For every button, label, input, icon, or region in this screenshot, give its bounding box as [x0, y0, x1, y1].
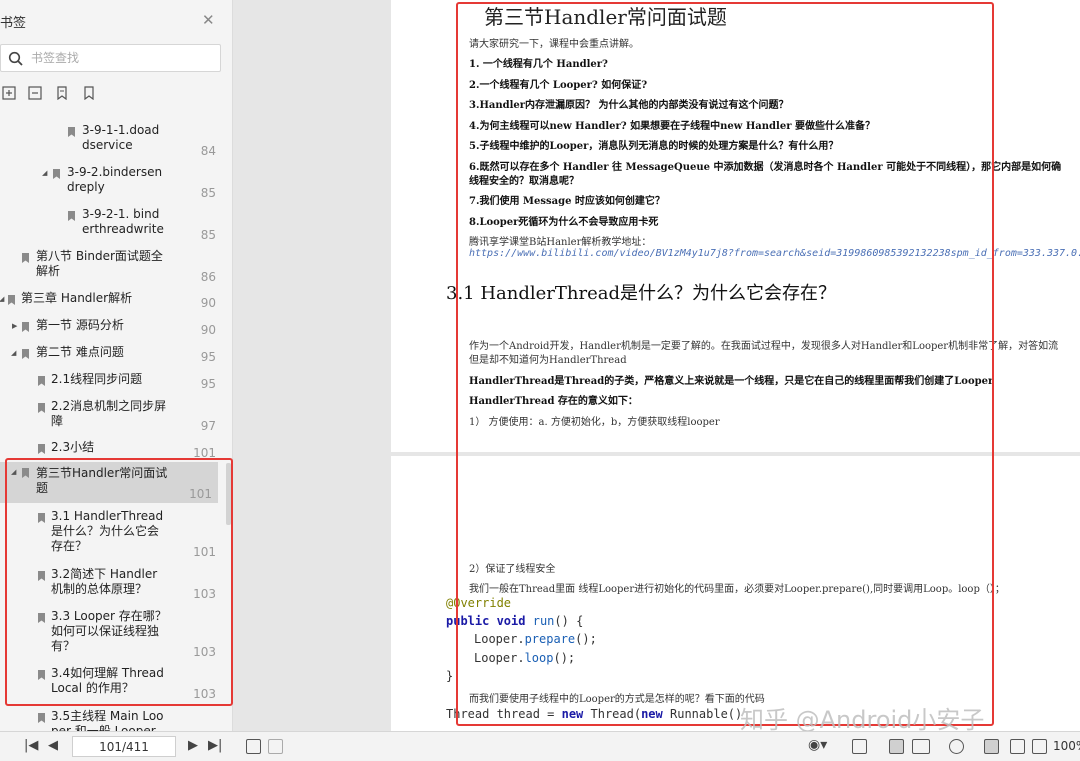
paragraph: 而我们要使用子线程中的Looper的方式是怎样的呢？看下面的代码: [469, 694, 765, 705]
code-line: Looper.prepare();: [474, 632, 597, 646]
code-line: public void run() {: [446, 614, 584, 628]
single-page-icon[interactable]: [889, 739, 904, 754]
bookmark-item[interactable]: 2.3小结 101: [0, 440, 222, 460]
bookmark-flag-icon: [38, 670, 45, 680]
paragraph: 作为一个Android开发，Handler机制是一定要了解的。在我面试过程中，发…: [469, 341, 1059, 352]
bookmark-item[interactable]: 3.3 Looper 存在哪？ 如何可以保证线程独 有？ 103: [0, 609, 222, 663]
bookmark-sidebar: 书签 ✕ 3-9-1-1.doad dservice 84 ◢ 3-9-2.bi…: [0, 0, 233, 731]
bookmark-item[interactable]: ◢ 第三章 Handler解析 90: [0, 291, 222, 313]
paragraph: 2）保证了线程安全: [469, 564, 556, 575]
collapse-all-icon[interactable]: [28, 86, 42, 100]
chevron-right-icon[interactable]: ▶: [12, 322, 17, 330]
prev-page-icon[interactable]: ◀: [48, 738, 58, 754]
question-item: 6.既然可以存在多个 Handler 往 MessageQueue 中添加数据（…: [469, 162, 1062, 173]
paragraph: 我们一般在Thread里面 线程Looper进行初始化的代码里面，必须要对Loo…: [469, 584, 1005, 595]
single-page-scroll-icon[interactable]: [852, 739, 867, 754]
question-item: 5.子线程中维护的Looper，消息队列无消息的时候的处理方案是什么？有什么用？: [469, 141, 839, 152]
code-line: Thread thread = new Thread(new Runnable(…: [446, 707, 743, 721]
video-link[interactable]: https://www.bilibili.com/video/BV1zM4y1u…: [469, 248, 1080, 259]
expand-all-icon[interactable]: [2, 86, 16, 100]
bookmark-flag-icon: [22, 253, 29, 263]
bookmark-flag-icon: [38, 376, 45, 386]
close-icon[interactable]: ✕: [202, 11, 215, 29]
bookmark-flag-icon: [38, 403, 45, 413]
add-bookmark-icon[interactable]: [55, 86, 69, 100]
eye-mode-icon[interactable]: ◉▾: [808, 737, 827, 753]
bookmark-item[interactable]: ◢ 第二节 难点问题 95: [0, 345, 222, 367]
bookmark-flag-icon: [53, 169, 60, 179]
document-intro: 请大家研究一下，课程中会重点讲解。: [469, 39, 639, 50]
first-page-icon[interactable]: |◀: [24, 738, 38, 754]
bookmark-flag-icon: [22, 468, 29, 478]
chevron-down-icon[interactable]: ◢: [11, 349, 16, 357]
bookmark-item-selected[interactable]: ◢ 第三节Handler常问面试 题 101: [0, 462, 218, 503]
play-icon[interactable]: [949, 739, 964, 754]
fit-page-icon[interactable]: [1010, 739, 1025, 754]
bookmark-icon[interactable]: [82, 86, 96, 100]
bookmark-flag-icon: [38, 444, 45, 454]
question-item: 1. 一个线程有几个 Handler?: [469, 59, 608, 70]
bookmark-item[interactable]: 2.2消息机制之同步屏 障 97: [0, 399, 222, 439]
bookmark-item[interactable]: 2.1线程同步问题 95: [0, 372, 222, 394]
bookmark-item[interactable]: ▶ 第一节 源码分析 90: [0, 318, 222, 340]
bookmark-flag-icon: [38, 571, 45, 581]
bookmark-flag-icon: [22, 349, 29, 359]
bookmark-item[interactable]: 3-9-1-1.doad dservice 84: [0, 123, 222, 163]
sidebar-title: 书签: [0, 16, 27, 31]
search-icon: [8, 51, 23, 66]
bookmark-search-input[interactable]: [31, 49, 211, 67]
bookmark-item[interactable]: 3-9-2-1. bind erthreadwrite 85: [0, 207, 222, 247]
bookmark-item[interactable]: 3.2简述下 Handler 机制的总体原理？ 103: [0, 567, 222, 605]
paragraph: 1） 方便使用：a. 方便初始化，b，方便获取线程looper: [469, 417, 720, 428]
document-title: 第三节Handler常问面试题: [484, 5, 727, 29]
page-number-input[interactable]: [72, 736, 176, 757]
zoom-level[interactable]: 100%: [1053, 739, 1080, 753]
question-item: 线程安全的？取消息呢？: [469, 176, 579, 187]
bookmark-flag-icon: [8, 295, 15, 305]
paragraph: HandlerThread 存在的意义如下：: [469, 396, 638, 407]
bookmark-item[interactable]: 3.1 HandlerThread 是什么？为什么它会 存在？ 101: [0, 509, 222, 563]
paragraph: HandlerThread是Thread的子类，严格意义上来说就是一个线程，只是…: [469, 376, 994, 387]
bookmark-flag-icon: [22, 322, 29, 332]
double-page-icon[interactable]: [912, 739, 930, 754]
sidebar-scrollbar[interactable]: [226, 463, 231, 525]
back-icon[interactable]: [246, 739, 261, 754]
bookmark-flag-icon: [68, 127, 75, 137]
bookmark-flag-icon: [38, 613, 45, 623]
question-item: 2.一个线程有几个 Looper? 如何保证?: [469, 80, 648, 91]
question-item: 8.Looper死循环为什么不会导致应用卡死: [469, 217, 659, 228]
forward-icon[interactable]: [268, 739, 283, 754]
question-item: 7.我们使用 Message 时应该如何创建它？: [469, 196, 665, 207]
section-heading: 3.1 HandlerThread是什么？为什么它会存在？: [446, 283, 837, 304]
bookmark-item[interactable]: 3.5主线程 Main Loo per 和一般 Looper: [0, 709, 222, 731]
video-label: 腾讯享学课堂B站Hanler解析教学地址：: [469, 237, 652, 248]
actual-size-icon[interactable]: [984, 739, 999, 754]
comment-icon[interactable]: [1032, 739, 1047, 754]
bookmark-flag-icon: [68, 211, 75, 221]
paragraph: 但是却不知道何为HandlerThread: [469, 355, 627, 366]
chevron-down-icon[interactable]: ◢: [42, 169, 47, 177]
bookmark-item[interactable]: ◢ 3-9-2.bindersen dreply 85: [0, 165, 222, 205]
bookmark-item[interactable]: 第八节 Binder面试题全 解析 86: [0, 249, 222, 289]
next-page-icon[interactable]: ▶: [188, 738, 198, 754]
chevron-down-icon[interactable]: ◢: [0, 295, 4, 303]
last-page-icon[interactable]: ▶|: [208, 738, 222, 754]
question-item: 3.Handler内存泄漏原因？ 为什么其他的内部类没有说过有这个问题？: [469, 100, 789, 111]
bottom-toolbar: |◀ ◀ ▶ ▶| ◉▾ 100%: [0, 731, 1080, 761]
question-item: 4.为何主线程可以new Handler? 如果想要在子线程中new Handl…: [469, 121, 875, 132]
bookmark-flag-icon: [38, 513, 45, 523]
code-line: }: [446, 669, 454, 683]
chevron-down-icon[interactable]: ◢: [11, 468, 16, 476]
bookmark-item[interactable]: 3.4如何理解 Thread Local 的作用？ 103: [0, 666, 222, 704]
bookmark-search-box[interactable]: [0, 44, 221, 72]
bookmark-flag-icon: [38, 713, 45, 723]
code-line: Looper.loop();: [474, 651, 576, 665]
code-line: @Override: [446, 596, 512, 610]
